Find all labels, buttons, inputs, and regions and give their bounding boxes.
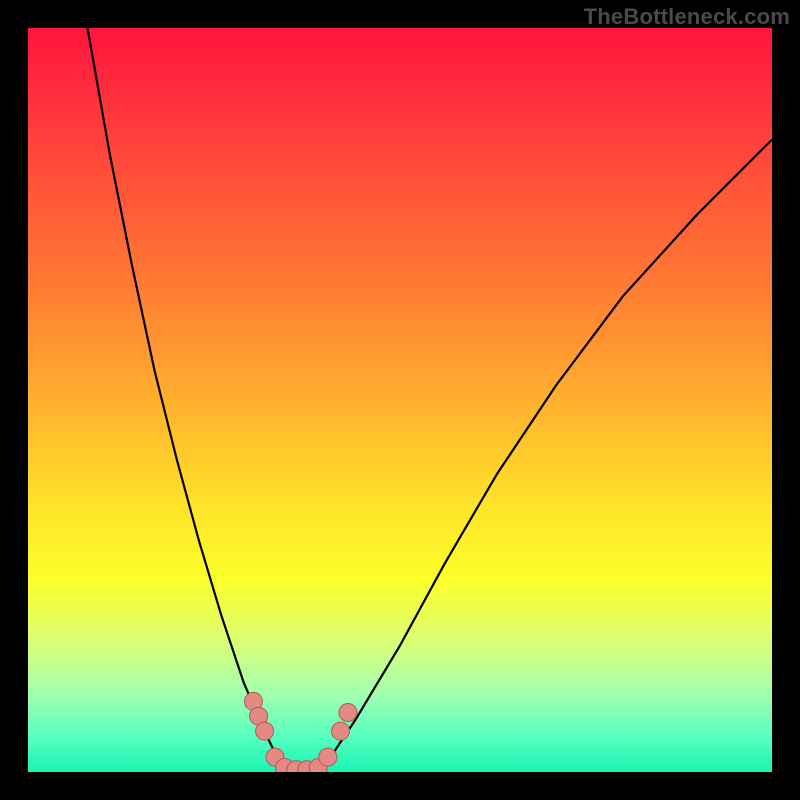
- plot-gradient-background: [28, 28, 772, 772]
- watermark-label: TheBottleneck.com: [584, 4, 790, 30]
- chart-frame: TheBottleneck.com: [0, 0, 800, 800]
